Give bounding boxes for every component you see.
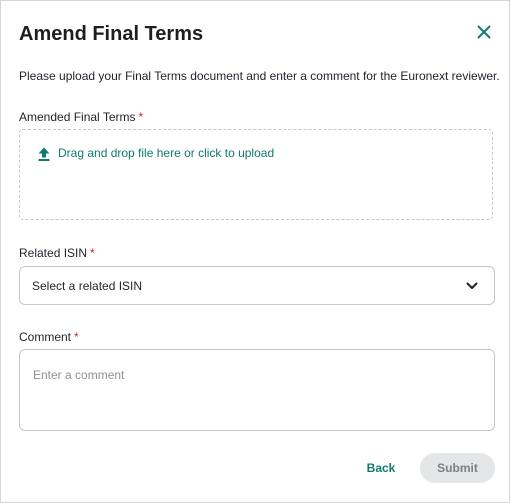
- upload-field-label: Amended Final Terms *: [19, 110, 143, 125]
- close-icon: [477, 25, 491, 39]
- required-marker: *: [90, 246, 95, 260]
- amend-final-terms-dialog: Amend Final Terms Please upload your Fin…: [0, 0, 510, 503]
- required-marker: *: [138, 110, 144, 124]
- isin-select-placeholder: Select a related ISIN: [32, 278, 143, 293]
- isin-label-text: Related ISIN: [19, 246, 88, 260]
- chevron-down-icon: [466, 282, 478, 289]
- file-dropzone[interactable]: Drag and drop file here or click to uplo…: [19, 129, 493, 220]
- upload-icon: [38, 147, 50, 161]
- close-button[interactable]: [475, 23, 493, 41]
- required-marker: *: [74, 330, 79, 344]
- dialog-title: Amend Final Terms: [19, 23, 204, 45]
- comment-field-label: Comment *: [19, 330, 79, 345]
- isin-select[interactable]: Select a related ISIN: [19, 266, 495, 305]
- comment-label-text: Comment: [19, 330, 72, 344]
- comment-textarea[interactable]: [19, 349, 495, 431]
- dropzone-text[interactable]: Drag and drop file here or click to uplo…: [58, 146, 274, 161]
- isin-field-label: Related ISIN *: [19, 246, 95, 261]
- submit-button[interactable]: Submit: [420, 453, 495, 483]
- dropzone-prompt[interactable]: Drag and drop file here or click to uplo…: [38, 146, 274, 161]
- upload-label-text: Amended Final Terms: [19, 110, 136, 124]
- dialog-intro-text: Please upload your Final Terms document …: [19, 69, 500, 83]
- back-button[interactable]: Back: [363, 457, 399, 479]
